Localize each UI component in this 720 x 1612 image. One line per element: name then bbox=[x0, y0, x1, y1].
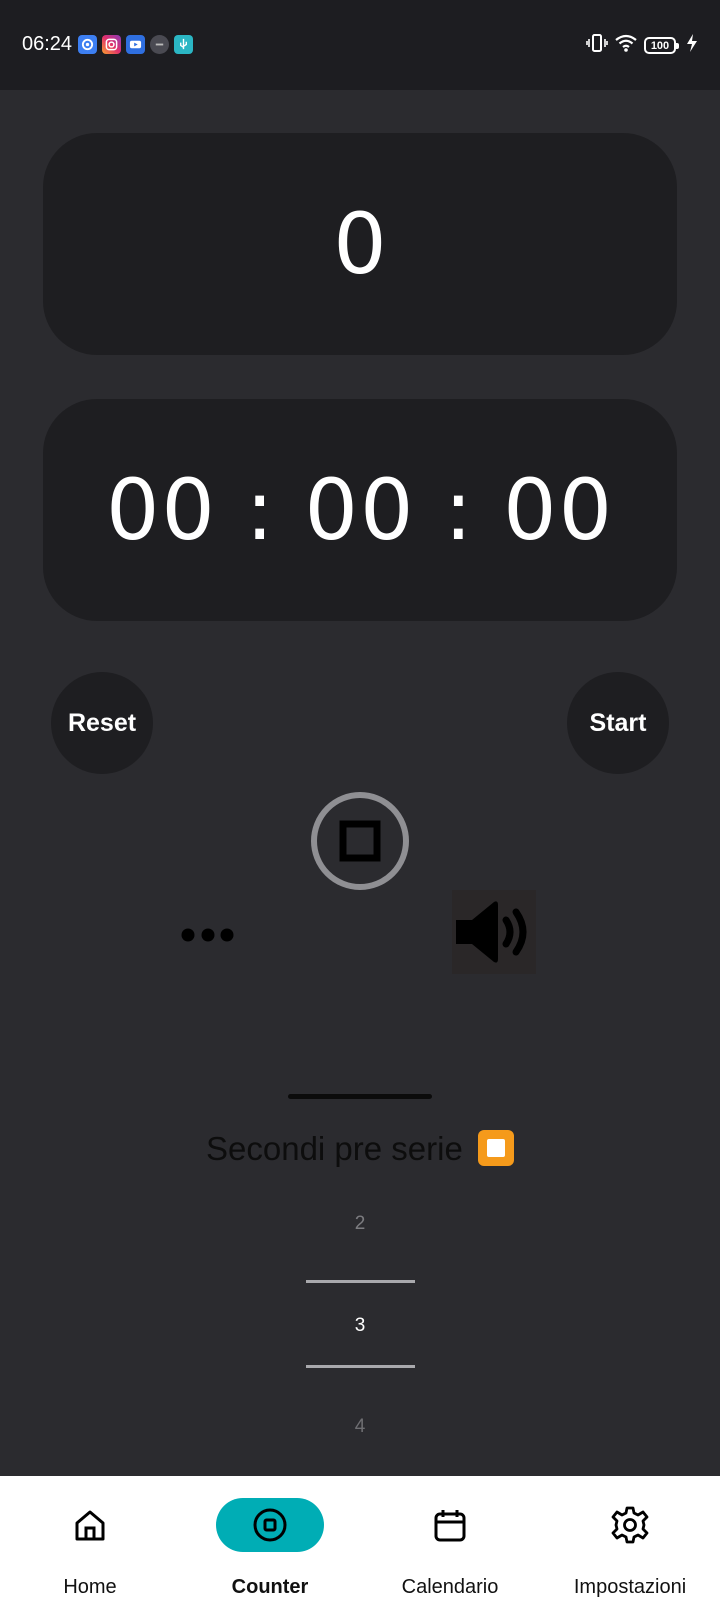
system-icons: 100 bbox=[586, 33, 698, 58]
sound-toggle-button[interactable] bbox=[452, 890, 536, 974]
nav-label-impostazioni: Impostazioni bbox=[573, 1576, 687, 1598]
app-icon bbox=[150, 35, 169, 54]
picker-option-prev[interactable]: 2 bbox=[0, 1213, 720, 1235]
reset-button[interactable]: Reset bbox=[51, 672, 153, 774]
calendar-icon bbox=[434, 1510, 466, 1542]
picker-divider-top bbox=[306, 1280, 415, 1283]
notification-icons bbox=[78, 35, 193, 54]
sheet-handle[interactable] bbox=[288, 1094, 432, 1099]
sheet-title: Secondi pre serie bbox=[0, 1130, 720, 1168]
nav-active-indicator bbox=[216, 1498, 324, 1552]
reset-button-label: Reset bbox=[67, 708, 137, 737]
bottom-navigation: Home Counter Calendario Impostazioni bbox=[0, 1476, 720, 1612]
start-button[interactable]: Start bbox=[567, 672, 669, 774]
nav-item-home[interactable]: Home bbox=[0, 1476, 180, 1612]
nav-label-calendario: Calendario bbox=[401, 1576, 499, 1598]
home-icon bbox=[75, 1510, 105, 1541]
picker-option-selected[interactable]: 3 bbox=[0, 1315, 720, 1337]
timer-value: 00 : 00 : 00 bbox=[105, 461, 615, 559]
stop-icon bbox=[311, 792, 409, 890]
charging-icon bbox=[686, 33, 698, 58]
counter-card: 0 bbox=[43, 133, 677, 355]
settings-icon bbox=[611, 1506, 649, 1544]
instagram-icon bbox=[102, 35, 121, 54]
nav-item-impostazioni[interactable]: Impostazioni bbox=[540, 1476, 720, 1612]
more-icon bbox=[181, 928, 234, 942]
app-screen: 06:24 100 0 00: 00: 00 Reset Start Sec… bbox=[0, 0, 720, 1612]
status-time: 06:24 bbox=[22, 33, 73, 55]
nav-label-home: Home bbox=[63, 1576, 117, 1598]
youtube-icon bbox=[126, 35, 145, 54]
volume-icon bbox=[456, 901, 527, 963]
nav-label-counter: Counter bbox=[231, 1576, 309, 1598]
status-bar: 06:24 100 bbox=[0, 0, 720, 90]
wifi-icon bbox=[614, 33, 638, 58]
counter-icon bbox=[253, 1508, 287, 1542]
timer-card: 00 : 00 : 00 bbox=[43, 399, 677, 621]
start-button-label: Start bbox=[589, 708, 647, 737]
usb-icon bbox=[174, 35, 193, 54]
nav-item-calendario[interactable]: Calendario bbox=[360, 1476, 540, 1612]
settings-app-icon bbox=[78, 35, 97, 54]
battery-icon: 100 bbox=[644, 37, 679, 54]
stop-button[interactable] bbox=[310, 791, 410, 891]
stop-square-emoji-icon bbox=[478, 1130, 514, 1166]
sheet-title-text: Secondi pre serie bbox=[206, 1130, 463, 1167]
picker-divider-bottom bbox=[306, 1365, 415, 1368]
nav-item-counter[interactable]: Counter bbox=[180, 1476, 360, 1612]
more-options-button[interactable] bbox=[180, 920, 236, 950]
picker-option-next[interactable]: 4 bbox=[0, 1416, 720, 1438]
counter-value: 0 bbox=[333, 195, 387, 293]
vibrate-icon bbox=[586, 33, 608, 58]
